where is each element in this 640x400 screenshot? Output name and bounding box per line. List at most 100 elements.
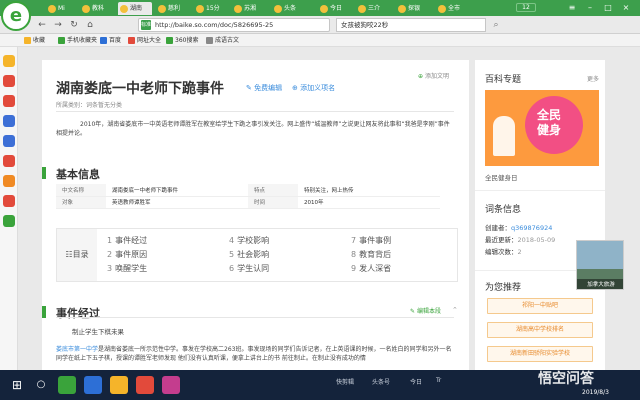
bookmark-favorites[interactable]: 收藏 (24, 36, 45, 45)
bookmark-hao[interactable]: 网址大全 (128, 36, 161, 45)
game-icon[interactable] (3, 115, 15, 127)
recommend-item[interactable]: 祁阳一中贴吧 (487, 298, 593, 314)
windows-taskbar: ⊞ ○ 快剪辑 头条号 今日 Tr 悟空问答 2019/8/3 (0, 370, 640, 400)
toc-item[interactable]: 8 教育背后 (351, 249, 391, 260)
add-doc-link[interactable]: ⊕ 添加文明 (418, 71, 449, 80)
clock-date[interactable]: 2019/8/3 (582, 389, 609, 396)
back-icon[interactable]: ← (36, 19, 48, 31)
refresh-icon[interactable]: ↻ (68, 19, 80, 31)
toc-item[interactable]: 6 学生认同 (229, 263, 269, 274)
shop-icon[interactable] (3, 155, 15, 167)
free-edit-link[interactable]: ✎ 免费编辑 (246, 83, 282, 93)
divider (56, 111, 454, 112)
search-input[interactable]: 女孩被狗咬22秒 (336, 18, 486, 32)
tab-5[interactable]: 15分 (194, 2, 228, 15)
creator-link[interactable]: q369876924 (511, 224, 552, 232)
toc-item[interactable]: 1 事件经过 (107, 235, 147, 246)
toc-label: ☷目录 (57, 229, 97, 281)
close-icon[interactable]: × (620, 2, 632, 13)
favicon-icon (158, 5, 166, 13)
updated-value: 2018-05-09 (517, 236, 556, 244)
recommend-item[interactable]: 湖南新田骄阳实验学校 (487, 346, 593, 362)
home-icon[interactable]: ⌂ (84, 19, 96, 31)
tab-2[interactable]: 教科 (80, 2, 114, 15)
tab-counter[interactable]: 12 (516, 3, 536, 12)
tab-8[interactable]: 今日 (318, 2, 352, 15)
toc-text: 发人深省 (359, 264, 392, 273)
forward-icon[interactable]: → (52, 19, 64, 31)
bookmark-label: 百度 (109, 37, 122, 44)
tray-app[interactable]: Tr (436, 377, 441, 384)
app-taskbar-icon[interactable] (136, 376, 154, 394)
toc-item[interactable]: 4 学校影响 (229, 235, 269, 246)
maximize-icon[interactable]: □ (602, 2, 614, 13)
toc-item[interactable]: 3 唤醒学生 (107, 263, 147, 274)
recommend-item[interactable]: 湖南高中学校排名 (487, 322, 593, 338)
tab-9[interactable]: 三介 (356, 2, 390, 15)
tab-3[interactable]: 湖南 (118, 2, 152, 15)
tab-11[interactable]: 全市 (436, 2, 470, 15)
fitness-banner[interactable]: 全民 健身 (485, 90, 599, 166)
app-icon[interactable] (3, 215, 15, 227)
toc-number: 3 (107, 264, 113, 273)
calendar-icon[interactable] (3, 175, 15, 187)
bookmark-idiom[interactable]: 成语古文 (206, 36, 239, 45)
table-row: 对象 英语教师谭胜军 时间 2010年 (56, 196, 440, 209)
toc-item[interactable]: 5 社会影响 (229, 249, 269, 260)
url-input[interactable]: 标准 http://baike.so.com/doc/5826695-25 (138, 18, 330, 32)
toc-item[interactable]: 9 发人深省 (351, 263, 391, 274)
menu-icon[interactable]: ≡ (566, 2, 578, 13)
minimize-icon[interactable]: – (584, 2, 596, 13)
favicon-icon (438, 5, 446, 13)
more-link[interactable]: 更多 (587, 74, 599, 83)
toc-item[interactable]: 7 事件事例 (351, 235, 391, 246)
tray-app[interactable]: 头条号 (372, 377, 390, 386)
bookmark-360[interactable]: 360搜索 (166, 36, 198, 45)
bookmark-label: 网址大全 (137, 37, 162, 44)
bookmark-baidu[interactable]: 百度 (100, 36, 121, 45)
windows-start-icon[interactable]: ⊞ (10, 378, 24, 392)
favicon-icon (274, 5, 282, 13)
bookmark-mobile[interactable]: 手机收藏夹 (58, 36, 97, 45)
toc-item[interactable]: 2 事件原因 (107, 249, 147, 260)
tab-label: 湖南 (130, 5, 143, 12)
tab-7[interactable]: 头条 (272, 2, 306, 15)
toc-text: 唤醒学生 (115, 264, 148, 273)
search-icon[interactable]: ⌕ (490, 19, 502, 31)
weibo-icon[interactable] (3, 95, 15, 107)
browser-taskbar-icon[interactable] (58, 376, 76, 394)
tab-6[interactable]: 苏湘 (232, 2, 266, 15)
favicon-icon (196, 5, 204, 13)
video-icon[interactable] (3, 135, 15, 147)
mail-icon[interactable] (3, 195, 15, 207)
body-text-content: 是湖南省娄底一所示范性中学。事发在学校高二263班。事发现场的同学们告诉记者，在… (56, 346, 452, 362)
tray-app[interactable]: 快剪辑 (336, 377, 354, 386)
url-text: http://baike.so.com/doc/5826695-25 (155, 21, 274, 29)
globe-icon (128, 37, 135, 44)
star-icon (24, 37, 31, 44)
folder-taskbar-icon[interactable] (110, 376, 128, 394)
search-icon[interactable]: ○ (34, 378, 48, 392)
certificate-badge[interactable]: 标准 (141, 20, 151, 30)
basic-info-heading: 基本信息 (42, 166, 100, 182)
tab-1[interactable]: Mi (46, 2, 80, 15)
chevron-up-icon[interactable]: ⌃ (452, 306, 458, 314)
app-taskbar-icon[interactable] (84, 376, 102, 394)
travel-ad[interactable]: 加拿大旅游 (576, 240, 624, 290)
info-value: 湖南娄底一中老师下跪事件 (106, 184, 248, 197)
weibo-icon[interactable] (3, 75, 15, 87)
book-icon (206, 37, 213, 44)
browser-logo[interactable]: e (1, 1, 31, 31)
add-meaning-link[interactable]: ⊕ 添加义项名 (292, 83, 335, 93)
tab-10[interactable]: 探银 (396, 2, 430, 15)
tray-app[interactable]: 今日 (410, 377, 422, 386)
edit-section-link[interactable]: ✎ 编辑本段 (410, 306, 441, 315)
app-taskbar-icon[interactable] (162, 376, 180, 394)
info-key: 时间 (248, 196, 298, 209)
tab-label: 探银 (408, 5, 421, 12)
school-link[interactable]: 娄底市第一中学 (56, 346, 98, 353)
star-icon[interactable] (3, 55, 15, 67)
sub-heading: 制止学生下棋未果 (72, 328, 124, 336)
tab-4[interactable]: 慈利 (156, 2, 190, 15)
ad-sky (577, 241, 623, 269)
